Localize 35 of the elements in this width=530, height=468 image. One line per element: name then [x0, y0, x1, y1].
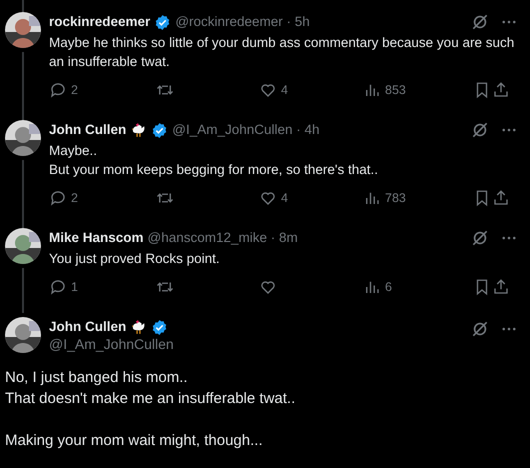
handle-and-time[interactable]: @hanscom12_mike · 8m	[148, 229, 298, 247]
count: 853	[385, 83, 406, 97]
grok-icon[interactable]	[470, 12, 490, 32]
count: 2	[71, 83, 78, 97]
handle-and-time[interactable]: @I_Am_JohnCullen · 4h	[172, 121, 320, 139]
post-text: Maybe he thinks so little of your dumb ass commentary because you are such an insufferable twat.	[49, 34, 516, 71]
verified-icon	[154, 14, 172, 30]
grok-icon[interactable]	[470, 319, 490, 339]
grok-icon[interactable]	[470, 120, 490, 140]
post-text: No, I just banged his mom.. That doesn't make me an insufferable twat.. Making your mom wait might, though...	[5, 368, 296, 451]
count: 783	[385, 191, 406, 205]
count: 2	[71, 191, 78, 205]
reply-icon[interactable]	[49, 189, 67, 207]
post-text: Maybe.. But your mom keeps begging for more, so there's that..	[49, 142, 379, 179]
handle-and-time[interactable]: @rockinredeemer · 5h	[175, 13, 310, 31]
display-name[interactable]: rockinredeemer	[49, 13, 150, 31]
reply-icon[interactable]	[49, 278, 67, 296]
display-name[interactable]: Mike Hanscom	[49, 229, 144, 247]
count: 4	[281, 191, 288, 205]
grok-icon[interactable]	[470, 228, 490, 248]
count: 1	[71, 280, 78, 294]
share-icon[interactable]	[492, 278, 510, 296]
display-name[interactable]: John Cullen	[49, 318, 126, 336]
chicken-icon	[130, 122, 148, 138]
display-name[interactable]: John Cullen	[49, 121, 126, 139]
share-icon[interactable]	[492, 81, 510, 99]
count: 6	[385, 280, 392, 294]
verified-icon	[151, 318, 168, 336]
handle[interactable]: @I_Am_JohnCullen	[49, 336, 462, 352]
chicken-icon	[130, 318, 148, 336]
reply-icon[interactable]	[49, 81, 67, 99]
verified-icon	[151, 122, 168, 138]
share-icon[interactable]	[492, 189, 510, 207]
count: 4	[281, 83, 288, 97]
post-text: You just proved Rocks point.	[49, 250, 221, 268]
